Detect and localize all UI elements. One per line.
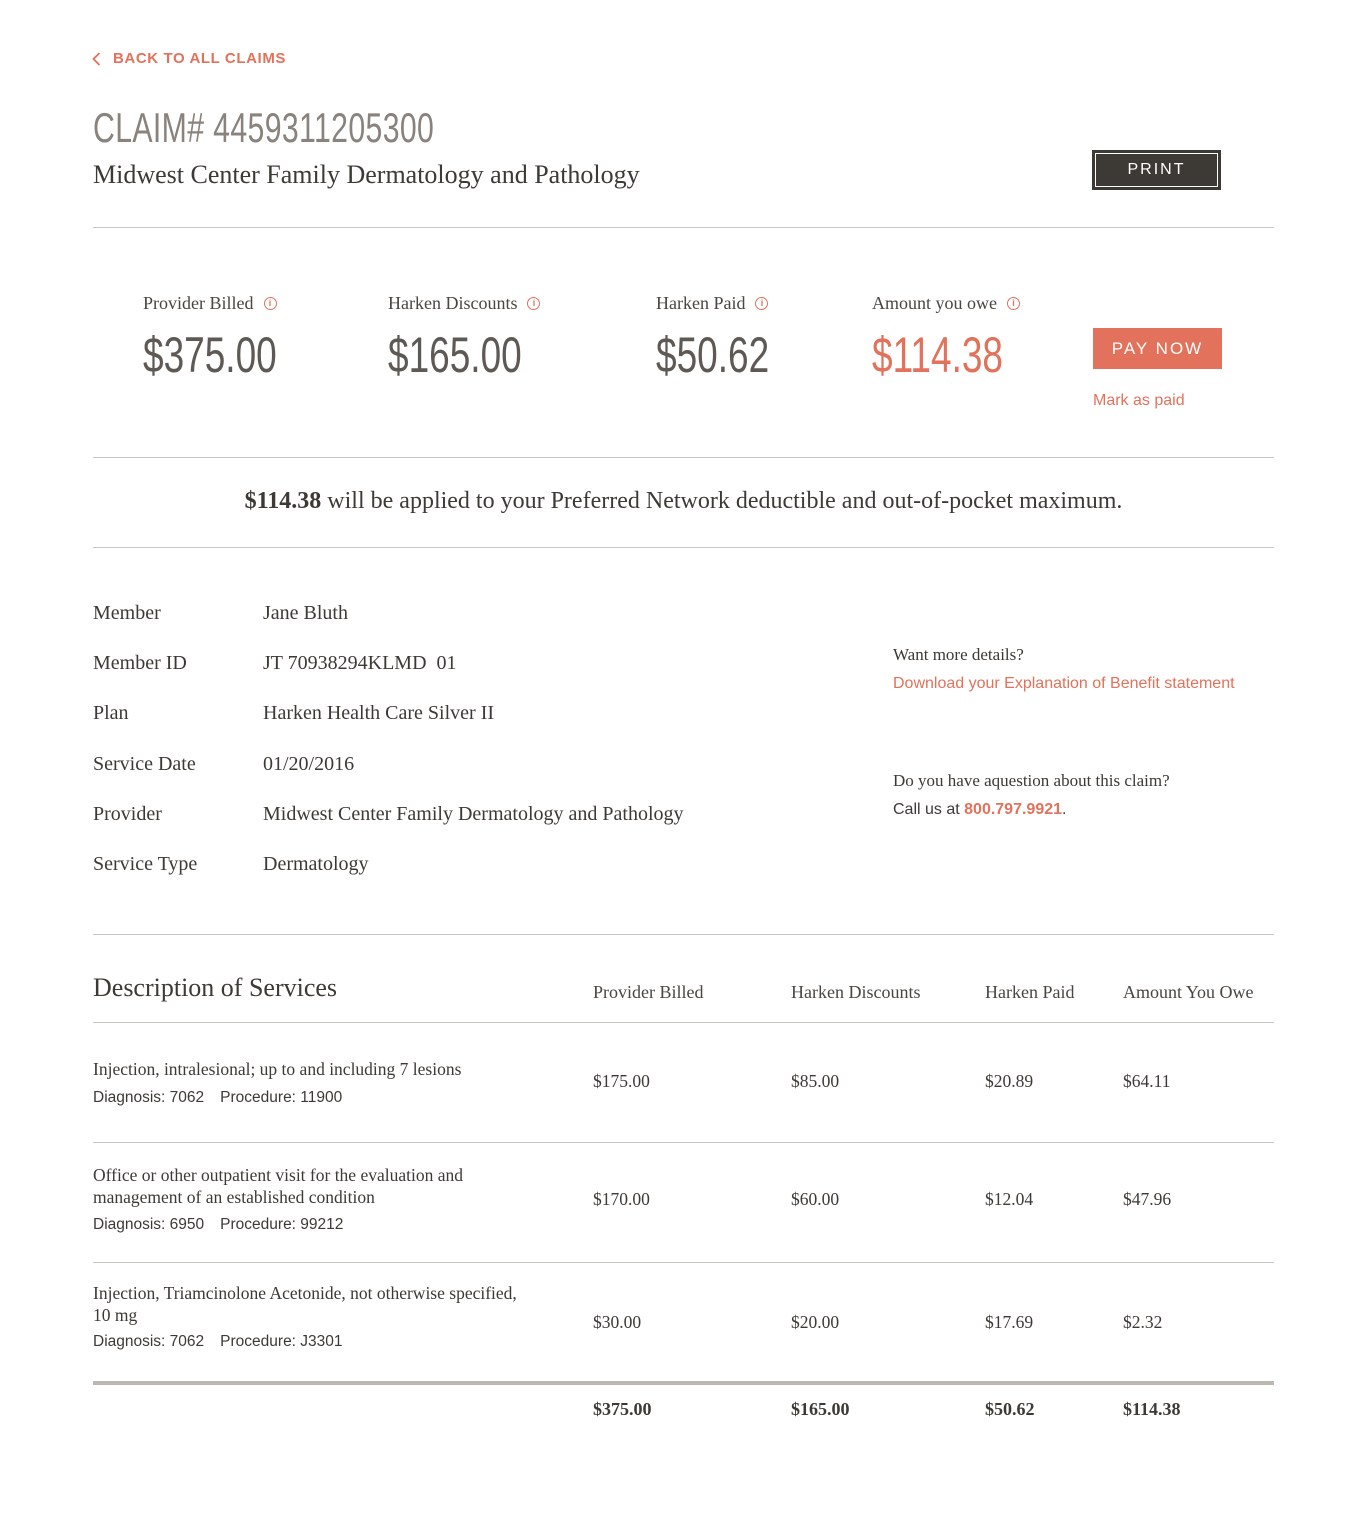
cell-billed: $170.00	[593, 1189, 650, 1209]
cell-owe: $64.11	[1123, 1071, 1171, 1091]
plan-value: Harken Health Care Silver II	[263, 702, 495, 724]
call-us-line: Call us at 800.797.9921.	[893, 801, 1067, 818]
info-icon[interactable]: i	[263, 297, 277, 310]
service-description: Injection, intralesional; up to and incl…	[93, 1059, 462, 1079]
more-details-question: Want more details?	[893, 645, 1024, 664]
divider	[93, 227, 1274, 228]
total-owe: $114.38	[1123, 1399, 1181, 1419]
total-paid: $50.62	[985, 1399, 1035, 1419]
phone-link[interactable]: 800.797.9921	[964, 801, 1062, 818]
service-codes: Diagnosis: 7062 Procedure: J3301	[93, 1333, 343, 1350]
provider-label: Provider	[93, 803, 162, 825]
divider	[93, 934, 1274, 935]
cell-discounts: $85.00	[791, 1071, 840, 1091]
print-button[interactable]: PRINT	[1092, 150, 1221, 190]
summary-value-harken-discounts: $165.00	[388, 327, 522, 383]
mark-as-paid-link[interactable]: Mark as paid	[1093, 392, 1185, 410]
info-icon[interactable]: i	[1007, 297, 1020, 310]
cell-paid: $17.69	[985, 1312, 1034, 1332]
service-date-label: Service Date	[93, 753, 196, 775]
service-description: Office or other outpatient visit for the…	[93, 1165, 463, 1207]
cell-discounts: $60.00	[791, 1189, 840, 1209]
col-header-amount-owe: Amount You Owe	[1123, 982, 1254, 1002]
plan-label: Plan	[93, 702, 129, 724]
eob-download-link[interactable]: Download your Explanation of Benefit sta…	[893, 675, 1235, 693]
info-icon[interactable]: i	[527, 297, 541, 310]
cell-paid: $12.04	[985, 1189, 1034, 1209]
row-divider	[93, 1142, 1274, 1143]
service-type-label: Service Type	[93, 853, 198, 875]
summary-value-provider-billed: $375.00	[143, 327, 277, 383]
service-type-value: Dermatology	[263, 853, 369, 875]
cell-discounts: $20.00	[791, 1312, 840, 1332]
provider-name: Midwest Center Family Dermatology and Pa…	[93, 160, 640, 189]
summary-value-amount-owe: $114.38	[872, 327, 1004, 383]
summary-label-provider-billed: Provider Billed i	[143, 293, 277, 314]
member-label: Member	[93, 602, 161, 624]
info-icon[interactable]: i	[755, 297, 769, 310]
pay-now-button[interactable]: PAY NOW	[1093, 328, 1222, 369]
col-header-provider-billed: Provider Billed	[593, 982, 704, 1002]
table-header-divider	[93, 1022, 1274, 1023]
cell-billed: $175.00	[593, 1071, 650, 1091]
cell-billed: $30.00	[593, 1312, 642, 1332]
summary-label-harken-discounts: Harken Discounts i	[388, 293, 541, 314]
chevron-left-icon	[92, 51, 101, 66]
cell-owe: $2.32	[1123, 1312, 1163, 1332]
row-divider	[93, 1262, 1274, 1263]
member-id-label: Member ID	[93, 652, 187, 674]
service-date-value: 01/20/2016	[263, 753, 355, 775]
divider	[93, 457, 1274, 458]
print-label: PRINT	[1095, 153, 1218, 187]
claim-question: Do you have aquestion about this claim?	[893, 771, 1170, 790]
service-codes: Diagnosis: 7062 Procedure: 11900	[93, 1089, 343, 1106]
total-discounts: $165.00	[791, 1399, 850, 1419]
cell-paid: $20.89	[985, 1071, 1034, 1091]
provider-value: Midwest Center Family Dermatology and Pa…	[263, 803, 684, 825]
col-header-harken-discounts: Harken Discounts	[791, 982, 921, 1002]
cell-owe: $47.96	[1123, 1189, 1172, 1209]
total-billed: $375.00	[593, 1399, 652, 1419]
summary-label-harken-paid: Harken Paid i	[656, 293, 769, 314]
services-title: Description of Services	[93, 973, 338, 1002]
totals-divider	[93, 1381, 1274, 1385]
service-codes: Diagnosis: 6950 Procedure: 99212	[93, 1216, 344, 1233]
member-value: Jane Bluth	[263, 602, 348, 624]
back-label: BACK TO ALL CLAIMS	[113, 50, 287, 67]
deductible-amount: $114.38	[244, 488, 322, 514]
claim-title: CLAIM# 4459311205300	[93, 104, 435, 151]
summary-value-harken-paid: $50.62	[656, 327, 770, 383]
deductible-text: will be applied to your Preferred Networ…	[321, 488, 1123, 514]
deductible-note: $114.38 will be applied to your Preferre…	[93, 488, 1274, 515]
summary-label-amount-owe: Amount you owe i	[872, 293, 1020, 314]
col-header-harken-paid: Harken Paid	[985, 982, 1075, 1002]
back-to-claims-link[interactable]: BACK TO ALL CLAIMS	[92, 50, 286, 67]
service-description: Injection, Triamcinolone Acetonide, not …	[93, 1283, 517, 1325]
divider	[93, 547, 1274, 548]
member-id-value: JT 70938294KLMD 01	[263, 652, 457, 674]
